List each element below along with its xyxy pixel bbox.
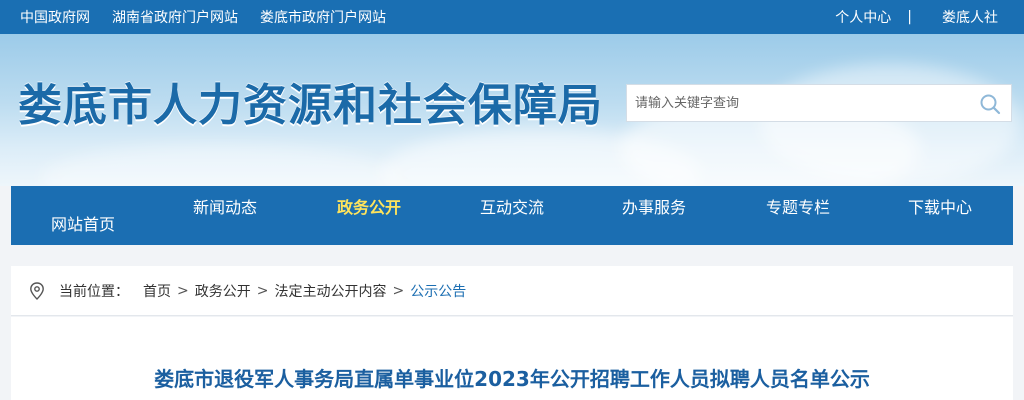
breadcrumb-separator: > [256, 282, 269, 299]
personal-center-link[interactable]: 个人中心 [835, 7, 891, 27]
breadcrumb: 当前位置： 首页 > 政务公开 > 法定主动公开内容 > 公示公告 [11, 266, 1013, 316]
top-bar: 中国政府网 湖南省政府门户网站 娄底市政府门户网站 个人中心 | 娄底人社 [0, 0, 1024, 34]
nav-label: 专题专栏 [766, 198, 831, 217]
breadcrumb-home[interactable]: 首页 [143, 281, 171, 301]
breadcrumb-separator: > [392, 282, 405, 299]
location-pin-icon [29, 281, 47, 300]
nav-label: 互动交流 [480, 198, 545, 217]
banner-cloud [760, 64, 1020, 184]
link-gov-cn[interactable]: 中国政府网 [20, 7, 90, 27]
nav-label: 下载中心 [908, 198, 973, 217]
loudi-hrss-link[interactable]: 娄底人社 [942, 7, 998, 27]
link-hunan-gov[interactable]: 湖南省政府门户网站 [112, 7, 238, 27]
top-user-links: 个人中心 | 娄底人社 [835, 0, 998, 34]
nav-label: 网站首页 [51, 215, 116, 234]
search-button[interactable] [977, 91, 1003, 117]
main-nav: 网站首页 新闻动态 政务公开 互动交流 办事服务 专题专栏 下载中心 [11, 186, 1013, 245]
nav-label: 新闻动态 [193, 198, 258, 217]
search-icon [980, 94, 1001, 115]
article-content: 娄底市退役军人事务局直属单事业位2023年公开招聘工作人员拟聘人员名单公示 [11, 317, 1013, 400]
nav-label: 办事服务 [622, 198, 687, 217]
article-title: 娄底市退役军人事务局直属单事业位2023年公开招聘工作人员拟聘人员名单公示 [154, 367, 870, 391]
site-title: 娄底市人力资源和社会保障局 [18, 80, 603, 131]
header-banner: 娄底市人力资源和社会保障局 [0, 34, 1024, 186]
search-input[interactable] [635, 85, 965, 121]
link-loudi-gov[interactable]: 娄底市政府门户网站 [260, 7, 386, 27]
breadcrumb-label: 当前位置： [59, 283, 129, 300]
top-separator: | [907, 9, 912, 25]
nav-label: 政务公开 [337, 198, 402, 217]
page: 中国政府网 湖南省政府门户网站 娄底市政府门户网站 个人中心 | 娄底人社 娄底… [0, 0, 1024, 400]
breadcrumb-gov-affairs[interactable]: 政务公开 [195, 281, 251, 301]
breadcrumb-statutory[interactable]: 法定主动公开内容 [274, 281, 386, 301]
top-links: 中国政府网 湖南省政府门户网站 娄底市政府门户网站 [20, 0, 408, 34]
search-box [626, 84, 1012, 122]
breadcrumb-separator: > [177, 282, 189, 299]
banner-cloud [40, 144, 400, 186]
breadcrumb-announcements[interactable]: 公示公告 [410, 281, 466, 301]
